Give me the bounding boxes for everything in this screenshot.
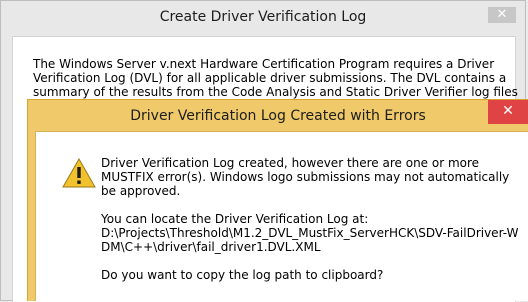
create-dvl-title: Create Driver Verification Log (159, 9, 367, 25)
dvl-error-title: Driver Verification Log Created with Err… (130, 108, 426, 124)
create-dvl-close-button[interactable]: ✕ (488, 7, 516, 23)
dvl-copy-question: Do you want to copy the log path to clip… (101, 268, 384, 282)
warning-icon (62, 158, 96, 188)
dvl-error-content: Driver Verification Log created, however… (35, 131, 528, 301)
dvl-log-path: D:\Projects\Threshold\M1.2_DVL_MustFix_S… (101, 226, 519, 254)
dvl-error-message: Driver Verification Log created, however… (101, 156, 510, 198)
dvl-locate-label: You can locate the Driver Verification L… (101, 212, 369, 226)
dvl-error-close-button[interactable]: ✕ (488, 100, 528, 124)
dvl-error-dialog: Driver Verification Log Created with Err… (27, 99, 528, 301)
create-dvl-titlebar[interactable]: Create Driver Verification Log ✕ (1, 1, 525, 35)
dvl-error-message-block: Driver Verification Log created, however… (101, 156, 526, 282)
